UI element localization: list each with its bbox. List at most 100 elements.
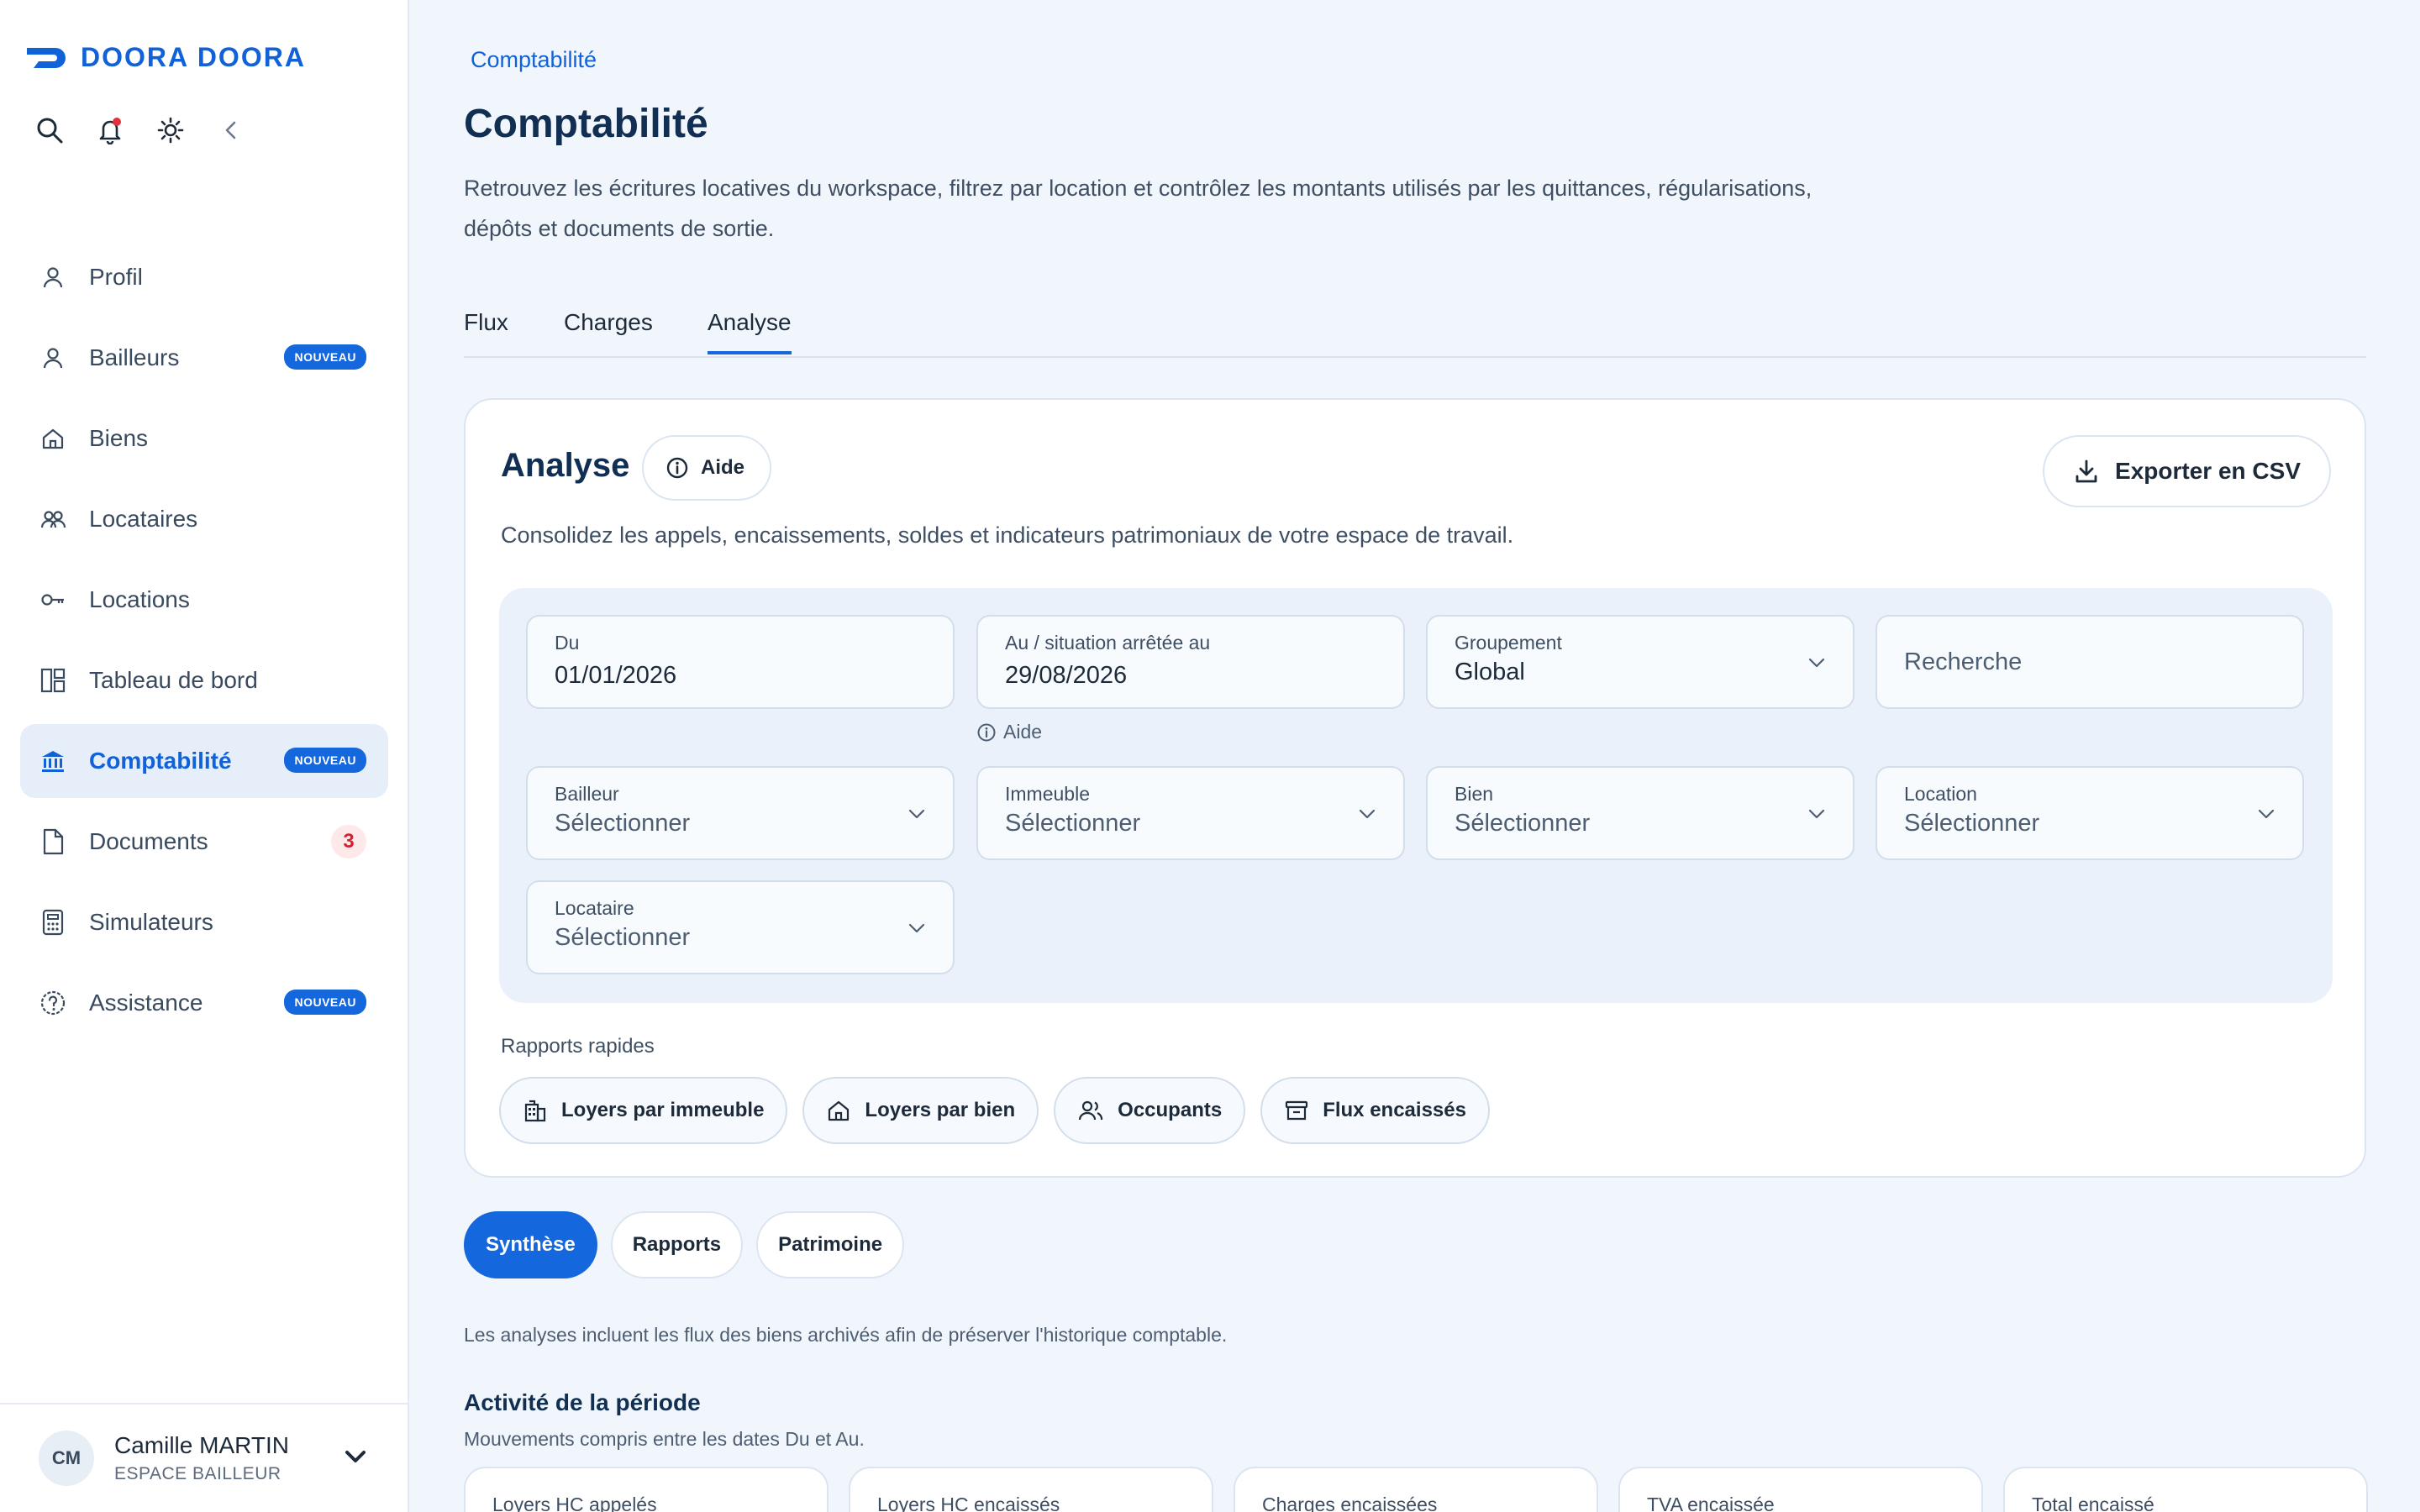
locataire-select[interactable]: Locataire Sélectionner: [526, 880, 955, 974]
date-to-value: 29/08/2026: [1005, 662, 1128, 689]
archived-note: Les analyses incluent les flux des biens…: [464, 1324, 1228, 1346]
chevron-down-icon[interactable]: [342, 1443, 369, 1474]
activity-title: Activité de la période: [464, 1389, 701, 1415]
kpi-card: TVA encaissée: [1618, 1467, 1983, 1512]
users-icon: [39, 505, 67, 533]
sidebar: DOORA DOORA Profil Bailleurs NOUVEAU Bie…: [0, 0, 409, 1512]
filters-panel: Du 01/01/2026 Au / situation arrêtée au …: [499, 588, 2333, 1003]
new-badge: NOUVEAU: [284, 990, 366, 1015]
subtab-rapports[interactable]: Rapports: [610, 1211, 744, 1278]
sidebar-item-locataires[interactable]: Locataires: [20, 482, 388, 556]
sidebar-item-comptabilite[interactable]: Comptabilité NOUVEAU: [20, 724, 388, 798]
info-icon: [666, 457, 688, 479]
subtab-synthese[interactable]: Synthèse: [464, 1211, 597, 1278]
subtab-patrimoine[interactable]: Patrimoine: [756, 1211, 905, 1278]
sidebar-item-biens[interactable]: Biens: [20, 402, 388, 475]
help-button-label: Aide: [701, 456, 745, 479]
users-icon: [1079, 1100, 1103, 1121]
page-description: Retrouvez les écritures locatives du wor…: [464, 176, 1812, 241]
search-icon[interactable]: [34, 114, 66, 146]
chevron-down-icon: [906, 803, 928, 829]
tab-charges[interactable]: Charges: [564, 309, 653, 351]
search-input[interactable]: Recherche: [1876, 615, 2304, 709]
user-icon: [39, 263, 67, 291]
analyse-description: Consolidez les appels, encaissements, so…: [501, 522, 1514, 548]
sidebar-item-label: Profil: [89, 264, 143, 290]
export-csv-button[interactable]: Exporter en CSV: [2043, 435, 2331, 507]
bailleur-value: Sélectionner: [555, 810, 691, 837]
user-menu[interactable]: CM Camille MARTIN ESPACE BAILLEUR: [0, 1403, 409, 1512]
bien-value: Sélectionner: [1455, 810, 1591, 837]
quick-reports-label: Rapports rapides: [501, 1035, 655, 1058]
sun-icon[interactable]: [155, 114, 187, 146]
sidebar-item-documents[interactable]: Documents 3: [20, 805, 388, 879]
brand-logo[interactable]: DOORA DOORA: [25, 42, 306, 73]
quick-report-occupants[interactable]: Occupants: [1054, 1077, 1246, 1144]
sidebar-item-bailleurs[interactable]: Bailleurs NOUVEAU: [20, 321, 388, 395]
tab-flux[interactable]: Flux: [464, 309, 508, 351]
sidebar-item-tableau-de-bord[interactable]: Tableau de bord: [20, 643, 388, 717]
date-to-help-label: Aide: [1003, 721, 1043, 743]
collapse-sidebar-icon[interactable]: [215, 114, 247, 146]
bank-icon: [39, 747, 67, 775]
new-badge: NOUVEAU: [284, 748, 366, 773]
key-icon: [39, 585, 67, 614]
sidebar-item-label: Simulateurs: [89, 909, 213, 935]
home-icon: [39, 424, 67, 453]
sidebar-item-assistance[interactable]: Assistance NOUVEAU: [20, 966, 388, 1040]
activity-subtitle: Mouvements compris entre les dates Du et…: [464, 1428, 865, 1450]
bell-icon[interactable]: [94, 114, 126, 146]
quick-report-flux-encaisses[interactable]: Flux encaissés: [1260, 1077, 1490, 1144]
quick-report-loyers-par-immeuble[interactable]: Loyers par immeuble: [499, 1077, 788, 1144]
help-icon: [39, 989, 67, 1017]
chevron-down-icon: [1806, 652, 1828, 678]
location-value: Sélectionner: [1904, 810, 2040, 837]
bien-select[interactable]: Bien Sélectionner: [1426, 766, 1854, 860]
help-button[interactable]: Aide: [642, 435, 772, 501]
avatar: CM: [39, 1431, 94, 1486]
groupement-label: Groupement: [1455, 632, 1562, 654]
breadcrumb[interactable]: Comptabilité: [471, 47, 597, 73]
bailleur-select[interactable]: Bailleur Sélectionner: [526, 766, 955, 860]
chevron-down-icon: [1356, 803, 1378, 829]
locataire-value: Sélectionner: [555, 924, 691, 951]
sidebar-item-label: Biens: [89, 425, 149, 451]
location-select[interactable]: Location Sélectionner: [1876, 766, 2304, 860]
kpi-card: Loyers HC encaissés: [849, 1467, 1213, 1512]
date-from-field[interactable]: Du 01/01/2026: [526, 615, 955, 709]
new-badge: NOUVEAU: [284, 344, 366, 370]
user-info: Camille MARTIN ESPACE BAILLEUR: [114, 1432, 289, 1484]
groupement-select[interactable]: Groupement Global: [1426, 615, 1854, 709]
date-to-field[interactable]: Au / situation arrêtée au 29/08/2026: [976, 615, 1405, 709]
export-csv-label: Exporter en CSV: [2115, 458, 2301, 484]
calculator-icon: [39, 908, 67, 937]
chevron-down-icon: [2255, 803, 2277, 829]
immeuble-select[interactable]: Immeuble Sélectionner: [976, 766, 1405, 860]
quick-reports: Loyers par immeuble Loyers par bien Occu…: [499, 1077, 1490, 1144]
locataire-label: Locataire: [555, 897, 634, 919]
page-title: Comptabilité: [464, 102, 708, 146]
analyse-card: Analyse Aide Exporter en CSV Consolidez …: [464, 398, 2366, 1178]
date-to-help[interactable]: Aide: [976, 721, 1042, 743]
sidebar-item-simulateurs[interactable]: Simulateurs: [20, 885, 388, 959]
date-from-label: Du: [555, 632, 580, 654]
sidebar-item-label: Tableau de bord: [89, 667, 258, 693]
top-toolbar: [34, 114, 247, 146]
immeuble-label: Immeuble: [1005, 783, 1090, 805]
chevron-down-icon: [1806, 803, 1828, 829]
user-icon: [39, 344, 67, 372]
groupement-value: Global: [1455, 659, 1525, 685]
home-icon: [829, 1100, 850, 1121]
sidebar-nav: Profil Bailleurs NOUVEAU Biens Locataire…: [20, 240, 388, 1047]
sidebar-item-profil[interactable]: Profil: [20, 240, 388, 314]
analyse-title: Analyse: [501, 447, 630, 484]
tabs: Flux Charges Analyse: [464, 306, 2366, 358]
tab-analyse[interactable]: Analyse: [708, 309, 792, 354]
sidebar-item-locations[interactable]: Locations: [20, 563, 388, 637]
sidebar-item-label: Bailleurs: [89, 344, 180, 370]
kpi-card: Charges encaissées: [1234, 1467, 1598, 1512]
quick-report-loyers-par-bien[interactable]: Loyers par bien: [802, 1077, 1039, 1144]
kpi-card: Total encaissé: [2003, 1467, 2368, 1512]
dashboard-icon: [39, 666, 67, 695]
sidebar-item-label: Assistance: [89, 990, 203, 1016]
